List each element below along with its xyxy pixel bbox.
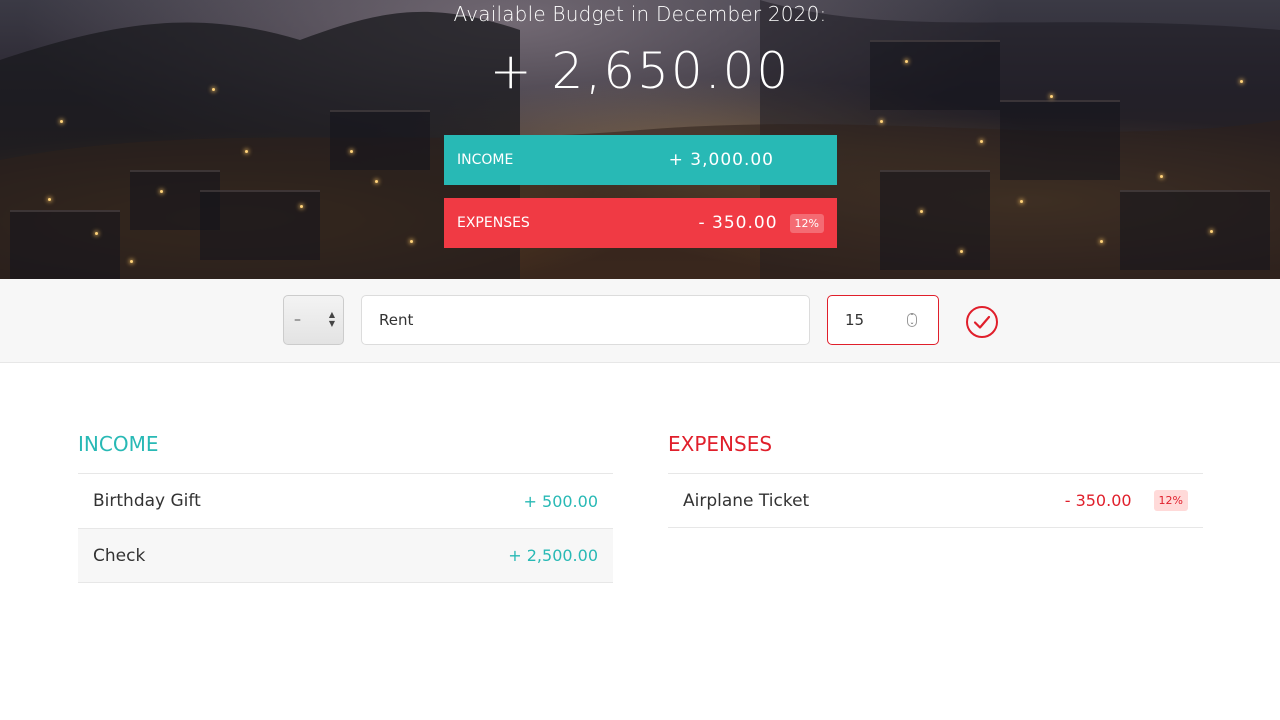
expenses-percentage-badge: 12% — [789, 213, 824, 233]
expenses-list-heading: Expenses — [668, 432, 773, 456]
amount-stepper-icon[interactable]: ⌃ ⌄ — [907, 313, 917, 327]
income-summary-label: Income — [457, 152, 514, 168]
item-percentage-badge: 12% — [1153, 490, 1188, 511]
type-select[interactable]: – ▲ ▼ — [283, 295, 344, 345]
item-value: + 500.00 — [523, 491, 598, 511]
item-description: Airplane Ticket — [683, 490, 810, 511]
add-item-bar: – ▲▼ ⌃⌄ — [0, 279, 1280, 363]
budget-header: Available Budget in December 2020: + 2,6… — [0, 0, 1280, 279]
list-item[interactable]: Birthday Gift + 500.00 — [78, 473, 613, 528]
income-list-heading: Income — [78, 432, 159, 456]
list-item[interactable]: Airplane Ticket - 350.00 12% — [668, 473, 1203, 528]
check-circle-icon[interactable] — [965, 305, 999, 339]
expenses-list: Expenses Airplane Ticket - 350.00 12% — [668, 432, 1203, 528]
budget-title: Available Budget in December 2020: — [453, 2, 827, 26]
income-summary: Income + 3,000.00 — [444, 135, 837, 185]
item-value: + 2,500.00 — [508, 546, 598, 565]
income-list: Income Birthday Gift + 500.00 Check + 2,… — [78, 432, 613, 583]
list-item[interactable]: Check + 2,500.00 — [78, 528, 613, 583]
item-description: Check — [93, 545, 146, 566]
description-input[interactable] — [361, 295, 810, 345]
expenses-summary-value: - 350.00 — [698, 213, 778, 233]
amount-input[interactable] — [827, 295, 939, 345]
item-description: Birthday Gift — [93, 491, 201, 511]
type-select-value: – — [294, 312, 301, 328]
up-down-arrows-icon: ▲ ▼ — [328, 310, 335, 328]
available-budget-value: + 2,650.00 — [489, 42, 791, 100]
income-summary-value: + 3,000.00 — [668, 150, 774, 170]
item-value: - 350.00 — [1064, 491, 1132, 510]
expenses-summary-label: Expenses — [457, 215, 530, 231]
expenses-summary: Expenses - 350.00 12% — [444, 198, 837, 248]
